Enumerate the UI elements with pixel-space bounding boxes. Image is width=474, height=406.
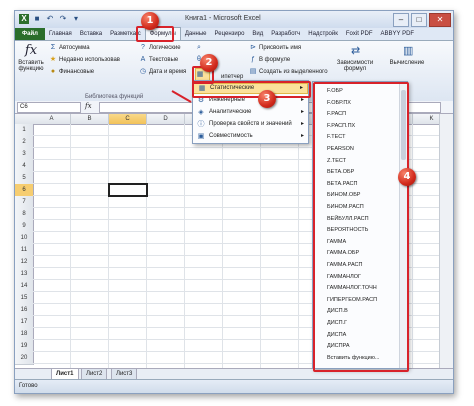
tab-developer[interactable]: Разработч (267, 28, 304, 40)
active-cell[interactable] (108, 183, 148, 197)
formula-icon: ƒ (251, 56, 255, 63)
autosum-button[interactable]: Σ Автосумма (49, 44, 90, 52)
in-formula-button[interactable]: ƒВ формуле (249, 56, 290, 64)
submenu-arrow-icon: ▸ (300, 133, 304, 139)
submenu-arrow-icon: ▸ (300, 109, 304, 115)
column-header[interactable]: B (71, 114, 109, 125)
fx-label[interactable]: fx (85, 102, 92, 110)
assign-name-button[interactable]: ⊳ Присвоить имя (249, 44, 301, 52)
tab-abbyy[interactable]: ABBYY PDF (377, 28, 419, 40)
excel-icon[interactable]: X (19, 14, 29, 24)
gridline (108, 124, 109, 368)
logical-button[interactable]: ? Логические (139, 44, 181, 52)
ribbon-tabs: Файл Главная Вставка Разметка с Формулы … (15, 27, 453, 40)
undo-icon[interactable]: ↶ (45, 14, 55, 24)
vertical-scrollbar[interactable] (439, 114, 453, 368)
sigma-icon: Σ (50, 44, 56, 51)
callout-box-statistical (192, 81, 311, 98)
callout-badge-4: 4 (398, 168, 416, 186)
gridline (260, 124, 261, 368)
menu-item-info[interactable]: ⓘ Проверка свойств и значений ▸ (193, 119, 308, 130)
menu-item-compat[interactable]: ▣ Совместимость ▸ (193, 131, 308, 142)
tab-file[interactable]: Файл (15, 28, 45, 40)
gridline (412, 124, 413, 368)
create-from-selection-button[interactable]: ▤ Создать из выделенного (249, 68, 328, 76)
gridline (222, 124, 223, 368)
tag-icon: ⊳ (250, 44, 256, 51)
save-icon[interactable]: ■ (32, 14, 42, 24)
dependencies-button[interactable]: ⇄ Зависимости формул (337, 44, 373, 72)
recent-button[interactable]: ★ Недавно использовав (49, 56, 120, 64)
datetime-button[interactable]: ◷ Дата и время (139, 68, 186, 76)
info-icon: ⓘ (197, 120, 205, 128)
insert-function-label: Вставить функцию (18, 60, 44, 72)
qat-dropdown-icon[interactable]: ▾ (71, 14, 81, 24)
logical-icon: ? (141, 44, 145, 51)
financial-button[interactable]: ● Финансовые (49, 68, 94, 76)
gridline (298, 124, 299, 368)
submenu-arrow-icon: ▸ (300, 121, 304, 127)
column-header[interactable]: C (109, 114, 147, 125)
minimize-icon[interactable]: – (393, 13, 409, 27)
callout-badge-2: 2 (200, 54, 218, 72)
text-icon: A (140, 56, 146, 63)
gridline (184, 124, 185, 368)
cube-icon: ◈ (198, 108, 204, 116)
callout-badge-1: 1 (141, 12, 159, 30)
redo-icon[interactable]: ↷ (58, 14, 68, 24)
tab-foxit[interactable]: Foxit PDF (342, 28, 377, 40)
tab-addins[interactable]: Надстройк (304, 28, 342, 40)
lookup-icon: ⌕ (197, 44, 201, 51)
tab-review[interactable]: Рецензиро (211, 28, 249, 40)
compat-icon: ▣ (197, 132, 205, 140)
tab-insert[interactable]: Вставка (76, 28, 106, 40)
lookup-button[interactable]: ⌕ (195, 44, 203, 52)
gridline (146, 124, 147, 368)
create-icon: ▤ (249, 68, 257, 75)
status-bar: Готово (15, 379, 453, 393)
menu-item-analytical[interactable]: ◈ Аналитические ▸ (193, 107, 308, 118)
tab-data[interactable]: Данные (181, 28, 211, 40)
quick-access-toolbar: X ■ ↶ ↷ ▾ (19, 14, 81, 25)
window-controls: – □ ✕ (393, 13, 451, 27)
star-icon: ★ (49, 56, 57, 63)
callout-box-function-list (313, 82, 409, 372)
status-ready: Готово (19, 383, 38, 389)
calculation-button[interactable]: ▥ Вычисление (387, 44, 427, 66)
fx-icon: fx (24, 43, 38, 58)
window-title: Книга1 - Microsoft Excel (185, 15, 261, 22)
tab-home[interactable]: Главная (45, 28, 76, 40)
close-icon[interactable]: ✕ (429, 13, 451, 27)
dependencies-icon: ⇄ (351, 45, 361, 57)
tab-view[interactable]: Вид (248, 28, 267, 40)
maximize-icon[interactable]: □ (411, 13, 427, 27)
column-header[interactable]: D (147, 114, 185, 125)
calculator-icon: ▥ (403, 45, 414, 57)
text-button[interactable]: A Текстовые (139, 56, 179, 64)
function-library-label: Библиотека функций (85, 94, 144, 100)
callout-badge-3: 3 (258, 90, 276, 108)
clock-icon: ◷ (139, 68, 147, 75)
row-header[interactable]: 20 (15, 352, 34, 365)
insert-function-button[interactable]: fx Вставить функцию (18, 43, 44, 73)
coins-icon: ● (50, 68, 56, 75)
column-header[interactable]: A (33, 114, 71, 125)
name-box[interactable]: C6 (17, 102, 81, 113)
gridline (70, 124, 71, 368)
title-bar: X ■ ↶ ↷ ▾ Книга1 - Microsoft Excel – □ ✕ (15, 11, 453, 28)
